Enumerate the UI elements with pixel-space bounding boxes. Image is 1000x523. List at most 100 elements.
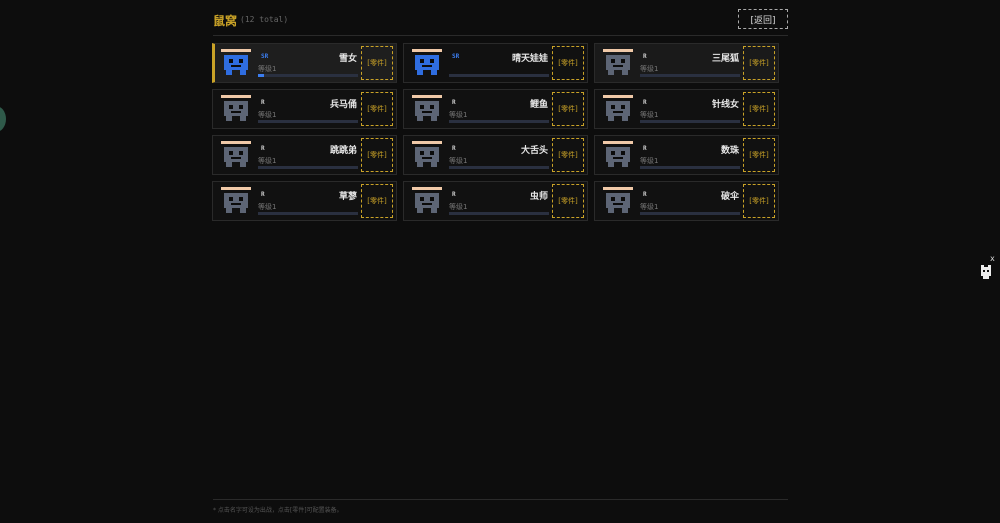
- character-name[interactable]: 虫师: [530, 189, 548, 202]
- exp-bar: [449, 74, 549, 77]
- parts-button[interactable]: [零件]: [552, 138, 584, 172]
- side-bubble-button[interactable]: [0, 106, 6, 132]
- widget-close-icon[interactable]: x: [990, 254, 995, 263]
- character-card: R 跳跳弟 等级1 [零件]: [212, 135, 397, 175]
- character-name[interactable]: 大舌头: [521, 143, 548, 156]
- parts-button[interactable]: [零件]: [552, 184, 584, 218]
- character-select-area[interactable]: SR 雪女 等级1: [217, 44, 360, 82]
- character-level: 等级1: [640, 111, 659, 119]
- rarity-badge: R: [261, 145, 265, 152]
- character-name[interactable]: 针线女: [712, 97, 739, 110]
- character-name[interactable]: 破伞: [721, 189, 739, 202]
- character-level: 等级1: [449, 203, 468, 211]
- character-select-area[interactable]: R 针线女 等级1: [599, 90, 742, 128]
- rarity-badge: R: [452, 99, 456, 106]
- character-name[interactable]: 晴天娃娃: [512, 51, 548, 64]
- character-select-area[interactable]: R 虫师 等级1: [408, 182, 551, 220]
- parts-button[interactable]: [零件]: [743, 184, 775, 218]
- character-card: R 数珠 等级1 [零件]: [594, 135, 779, 175]
- character-sprite-icon: [221, 95, 251, 123]
- character-sprite-icon: [221, 141, 251, 169]
- character-sprite-icon: [603, 187, 633, 215]
- character-card: SR 雪女 等级1 [零件]: [212, 43, 397, 83]
- parts-button[interactable]: [零件]: [743, 92, 775, 126]
- rarity-badge: R: [643, 191, 647, 198]
- character-select-area[interactable]: SR 晴天娃娃: [408, 44, 551, 82]
- character-card: R 大舌头 等级1 [零件]: [403, 135, 588, 175]
- exp-bar: [449, 212, 549, 215]
- character-select-area[interactable]: R 兵马俑 等级1: [217, 90, 360, 128]
- character-sprite-icon: [412, 141, 442, 169]
- character-card: R 虫师 等级1 [零件]: [403, 181, 588, 221]
- parts-button[interactable]: [零件]: [552, 46, 584, 80]
- rarity-badge: R: [643, 145, 647, 152]
- character-name[interactable]: 兵马俑: [330, 97, 357, 110]
- character-card: R 三尾狐 等级1 [零件]: [594, 43, 779, 83]
- character-sprite-icon: [221, 187, 251, 215]
- character-select-area[interactable]: R 跳跳弟 等级1: [217, 136, 360, 174]
- character-sprite-icon: [412, 187, 442, 215]
- character-card: SR 晴天娃娃 [零件]: [403, 43, 588, 83]
- character-name[interactable]: 数珠: [721, 143, 739, 156]
- character-level: 等级1: [258, 203, 277, 211]
- exp-bar: [449, 166, 549, 169]
- parts-button[interactable]: [零件]: [361, 92, 393, 126]
- parts-button[interactable]: [零件]: [361, 138, 393, 172]
- rarity-badge: R: [452, 145, 456, 152]
- rarity-badge: R: [261, 99, 265, 106]
- exp-bar: [258, 120, 358, 123]
- character-sprite-icon: [412, 95, 442, 123]
- character-sprite-icon: [603, 49, 633, 77]
- character-sprite-icon: [412, 49, 442, 77]
- character-level: 等级1: [640, 65, 659, 73]
- exp-bar-fill: [258, 74, 264, 77]
- page-title: 鼠窝: [213, 14, 238, 28]
- parts-button[interactable]: [零件]: [361, 46, 393, 80]
- character-sprite-icon: [603, 141, 633, 169]
- footer-hint-text: * 点击名字可设为出战，点击[零件]可配置装备。: [213, 507, 343, 514]
- cat-icon[interactable]: [979, 265, 993, 279]
- character-card: R 兵马俑 等级1 [零件]: [212, 89, 397, 129]
- character-card: R 针线女 等级1 [零件]: [594, 89, 779, 129]
- character-level: 等级1: [640, 157, 659, 165]
- parts-button[interactable]: [零件]: [743, 46, 775, 80]
- character-select-area[interactable]: R 草蓼 等级1: [217, 182, 360, 220]
- rarity-badge: SR: [452, 53, 460, 60]
- rarity-badge: R: [643, 53, 647, 60]
- parts-button[interactable]: [零件]: [361, 184, 393, 218]
- exp-bar: [258, 74, 358, 77]
- character-card: R 鲤鱼 等级1 [零件]: [403, 89, 588, 129]
- character-level: 等级1: [258, 65, 277, 73]
- character-sprite-icon: [221, 49, 251, 77]
- character-select-area[interactable]: R 三尾狐 等级1: [599, 44, 742, 82]
- character-level: 等级1: [640, 203, 659, 211]
- character-name[interactable]: 鲤鱼: [530, 97, 548, 110]
- character-name[interactable]: 跳跳弟: [330, 143, 357, 156]
- footer-hint: * 点击名字可设为出战，点击[零件]可配置装备。: [213, 499, 788, 514]
- total-count: (12 total): [240, 15, 289, 24]
- character-select-area[interactable]: R 大舌头 等级1: [408, 136, 551, 174]
- character-level: 等级1: [258, 157, 277, 165]
- exp-bar: [449, 120, 549, 123]
- exp-bar: [640, 74, 740, 77]
- parts-button[interactable]: [零件]: [552, 92, 584, 126]
- character-name[interactable]: 草蓼: [339, 189, 357, 202]
- parts-button[interactable]: [零件]: [743, 138, 775, 172]
- character-name[interactable]: 三尾狐: [712, 51, 739, 64]
- character-select-area[interactable]: R 鲤鱼 等级1: [408, 90, 551, 128]
- character-level: 等级1: [449, 157, 468, 165]
- character-name[interactable]: 雪女: [339, 51, 357, 64]
- rarity-badge: R: [452, 191, 456, 198]
- rarity-badge: SR: [261, 53, 269, 60]
- character-card: R 破伞 等级1 [零件]: [594, 181, 779, 221]
- exp-bar: [258, 166, 358, 169]
- exp-bar: [640, 166, 740, 169]
- back-button[interactable]: [返回]: [738, 9, 788, 29]
- rarity-badge: R: [261, 191, 265, 198]
- character-sprite-icon: [603, 95, 633, 123]
- character-card: R 草蓼 等级1 [零件]: [212, 181, 397, 221]
- character-select-area[interactable]: R 破伞 等级1: [599, 182, 742, 220]
- rarity-badge: R: [643, 99, 647, 106]
- character-select-area[interactable]: R 数珠 等级1: [599, 136, 742, 174]
- character-level: 等级1: [449, 111, 468, 119]
